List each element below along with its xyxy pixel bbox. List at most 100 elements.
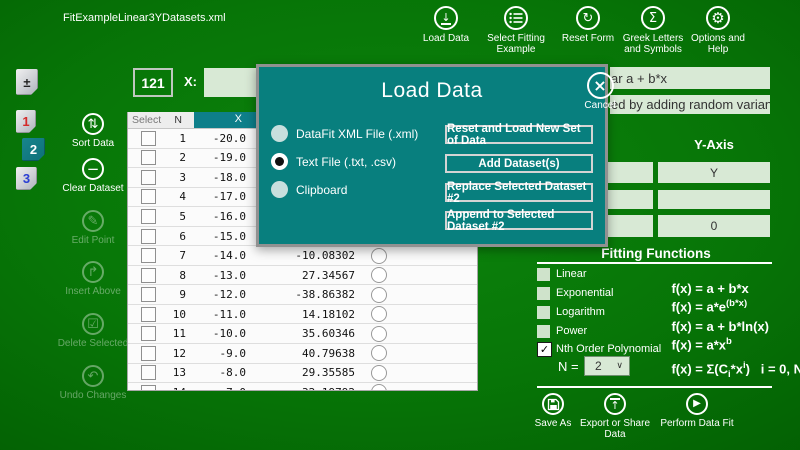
row-y-value: 35.60346 [246,327,355,340]
row-checkbox[interactable] [141,385,156,391]
add-datasets-button[interactable]: Add Dataset(s) [445,154,593,173]
linear-checkbox[interactable] [537,268,550,281]
table-row[interactable]: 13 -8.0 29.35585 [128,364,477,384]
row-checkbox[interactable] [141,189,156,204]
table-row[interactable]: 12 -9.0 40.79638 [128,344,477,364]
fit-name-input[interactable]: ar a + b*x [610,67,770,89]
chevron-down-icon: ∨ [616,362,629,371]
row-y-value: 27.34567 [246,269,355,282]
delete-selected-button[interactable]: ☑ Delete Selected [51,313,135,349]
table-row[interactable]: 10 -11.0 14.18102 [128,305,477,325]
download-icon: ↓ [434,6,458,30]
n-order-dropdown[interactable]: 2 ∨ [584,356,630,376]
radio-icon [271,181,288,198]
list-icon [504,6,528,30]
sort-data-button[interactable]: ⇅ Sort Data [51,113,135,149]
logarithm-checkbox[interactable] [537,306,550,319]
column-header-n: N [156,114,182,126]
row-radio[interactable] [355,267,403,283]
undo-changes-button[interactable]: ↶ Undo Changes [51,365,135,401]
row-checkbox[interactable] [141,131,156,146]
row-n-value: 9 [156,288,186,301]
row-y-value: 14.18102 [246,308,355,321]
row-x-value: -9.0 [186,347,246,360]
row-x-value: -8.0 [186,366,246,379]
row-y-value: 40.79638 [246,347,355,360]
row-n-value: 6 [156,230,186,243]
insert-above-button[interactable]: ↱ Insert Above [51,261,135,297]
row-radio[interactable] [355,384,403,391]
append-dataset-button[interactable]: Append to Selected Dataset #2 [445,211,593,230]
dialog-title: Load Data [259,79,605,103]
tab-dataset-2[interactable]: 2 [22,138,45,161]
row-y-value: 32.19792 [246,386,355,391]
edit-point-button[interactable]: ✎ Edit Point [51,210,135,246]
row-y-value: 29.35585 [246,366,355,379]
tab-plus-minus[interactable]: ± [16,69,38,95]
radio-datafit-xml[interactable]: DataFit XML File (.xml) [271,125,418,142]
undo-icon: ↶ [82,365,104,387]
y-axis-title: Y-Axis [658,137,770,152]
radio-clipboard[interactable]: Clipboard [271,181,347,198]
table-row[interactable]: 9 -12.0 -38.86382 [128,285,477,305]
row-checkbox[interactable] [141,287,156,302]
row-x-value: -7.0 [186,386,246,391]
row-checkbox[interactable] [141,150,156,165]
exponential-checkbox[interactable] [537,287,550,300]
row-checkbox[interactable] [141,365,156,380]
table-row[interactable]: 14 -7.0 32.19792 [128,383,477,391]
row-radio[interactable] [355,326,403,342]
perform-data-fit-button[interactable]: ▶ Perform Data Fit [653,393,741,429]
row-x-value: -19.0 [186,151,246,164]
y-axis-value-field[interactable]: 0 [658,215,770,237]
cancel-button[interactable]: × Cancel [570,72,630,111]
row-checkbox[interactable] [141,209,156,224]
row-checkbox[interactable] [141,229,156,244]
row-checkbox[interactable] [141,268,156,283]
divider [537,262,772,264]
row-x-value: -17.0 [186,190,246,203]
row-n-value: 4 [156,190,186,203]
row-radio[interactable] [355,345,403,361]
row-x-value: -18.0 [186,171,246,184]
row-checkbox[interactable] [141,307,156,322]
exponential-label: Exponential [556,287,614,299]
column-header-x[interactable]: X [194,112,264,128]
polynomial-label: Nth Order Polynomial [556,343,661,355]
row-radio[interactable] [355,248,403,264]
row-checkbox[interactable] [141,170,156,185]
clear-dataset-button[interactable]: − Clear Dataset [51,158,135,194]
row-checkbox[interactable] [141,346,156,361]
row-x-value: -15.0 [186,230,246,243]
row-n-value: 1 [156,132,186,145]
checkbox-icon: ☑ [82,313,104,335]
row-radio[interactable] [355,306,403,322]
replace-dataset-button[interactable]: Replace Selected Dataset #2 [445,183,593,202]
fit-comment-input[interactable]: ed by adding random variance [610,95,770,114]
power-checkbox[interactable] [537,325,550,338]
table-row[interactable]: 11 -10.0 35.60346 [128,324,477,344]
reset-and-load-button[interactable]: Reset and Load New Set of Data [445,125,593,144]
row-n-value: 5 [156,210,186,223]
row-x-value: -13.0 [186,269,246,282]
point-count-box: 121 [133,68,173,97]
y-axis-name-field[interactable]: Y [658,162,770,183]
polynomial-checkbox[interactable]: ✓ [537,342,552,357]
radio-selected-icon [271,153,288,170]
y-axis-units-field[interactable] [658,190,770,209]
row-radio[interactable] [355,365,403,381]
gear-icon: ⚙ [706,6,730,30]
tab-dataset-1[interactable]: 1 [16,110,36,133]
app-window: FitExampleLinear3YDatasets.xml ↓ Load Da… [0,0,800,450]
options-help-button[interactable]: ⚙ Options and Help [674,6,762,55]
row-checkbox[interactable] [141,248,156,263]
fitting-functions-title: Fitting Functions [540,246,772,261]
tab-dataset-3[interactable]: 3 [16,167,37,190]
row-x-value: -10.0 [186,327,246,340]
table-row[interactable]: 7 -14.0 -10.08302 [128,246,477,266]
export-share-button[interactable]: ↑ Export or Share Data [571,393,659,440]
row-checkbox[interactable] [141,326,156,341]
row-radio[interactable] [355,287,403,303]
radio-text-file[interactable]: Text File (.txt, .csv) [271,153,396,170]
table-row[interactable]: 8 -13.0 27.34567 [128,266,477,286]
